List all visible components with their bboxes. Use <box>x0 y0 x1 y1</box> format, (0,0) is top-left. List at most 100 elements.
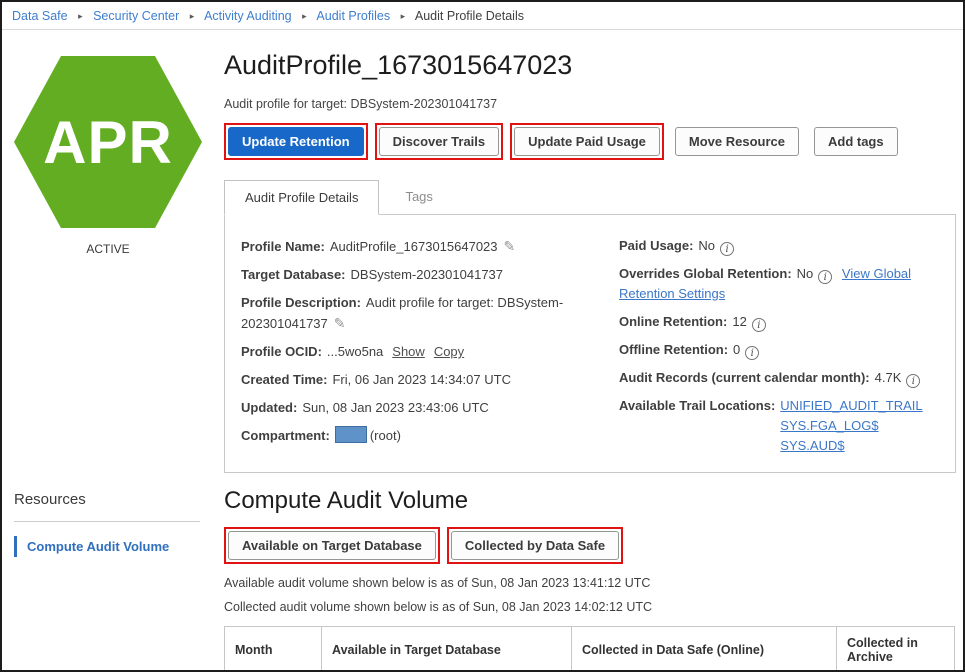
page-subtitle: Audit profile for target: DBSystem-20230… <box>224 97 498 111</box>
breadcrumb-separator-icon: ▸ <box>400 11 406 21</box>
resources-sidebar: Resources Compute Audit Volume <box>2 487 214 670</box>
compartment-row: Compartment: (root) <box>241 426 619 446</box>
sys-fga-log-link[interactable]: SYS.FGA_LOG$ <box>780 416 922 436</box>
sys-aud-link[interactable]: SYS.AUD$ <box>780 436 922 456</box>
compartment-redaction-box <box>334 426 367 443</box>
online-retention-value: 12 <box>732 314 747 329</box>
ocid-show-link[interactable]: Show <box>392 344 425 359</box>
collected-by-data-safe-button[interactable]: Collected by Data Safe <box>450 531 620 560</box>
profile-description-label: Profile Description: <box>241 295 361 310</box>
hexagon-initials: APR <box>43 108 173 176</box>
sidebar-item-compute-audit-volume[interactable]: Compute Audit Volume <box>14 536 214 557</box>
tab-audit-profile-details[interactable]: Audit Profile Details <box>224 180 380 215</box>
details-right-column: Paid Usage: No i Overrides Global Retentio… <box>619 236 939 464</box>
compartment-value: (root) <box>369 428 401 443</box>
highlight-box-discover-trails: Discover Trails <box>374 123 504 160</box>
breadcrumb-link-audit-profiles[interactable]: Audit Profiles <box>316 9 390 23</box>
resources-divider <box>14 521 200 522</box>
highlight-box-update-paid-usage: Update Paid Usage <box>510 123 664 160</box>
add-tags-button[interactable]: Add tags <box>813 127 898 156</box>
profile-description-row: Profile Description: Audit profile for ta… <box>241 293 619 334</box>
add-tags-wrapper: Add tags <box>810 123 902 160</box>
move-resource-button[interactable]: Move Resource <box>674 127 799 156</box>
breadcrumb-separator-icon: ▸ <box>78 11 83 21</box>
info-icon[interactable]: i <box>906 374 921 388</box>
compute-audit-volume-section: Compute Audit Volume Available on Target… <box>214 487 963 670</box>
profile-ocid-label: Profile OCID: <box>241 344 322 359</box>
resources-heading: Resources <box>14 491 86 508</box>
updated-label: Updated: <box>241 400 298 415</box>
available-trail-locations-row: Available Trail Locations: UNIFIED_AUDIT… <box>619 396 939 456</box>
upper-section: APR ACTIVE AuditProfile_1673015647023 Au… <box>2 30 963 473</box>
profile-name-label: Profile Name: <box>241 239 325 254</box>
update-retention-button[interactable]: Update Retention <box>228 127 364 156</box>
column-header-collected-archive: Collected in Archive <box>836 626 955 670</box>
collected-audit-volume-note: Collected audit volume shown below is as… <box>224 600 653 614</box>
highlight-box-collected-by-data-safe: Collected by Data Safe <box>446 527 624 564</box>
updated-row: Updated: Sun, 08 Jan 2023 23:43:06 UTC <box>241 398 619 418</box>
breadcrumb-link-activity-auditing[interactable]: Activity Auditing <box>204 9 292 23</box>
profile-name-row: Profile Name: AuditProfile_1673015647023 ✎ <box>241 236 619 257</box>
updated-value: Sun, 08 Jan 2023 23:43:06 UTC <box>302 400 489 415</box>
offline-retention-label: Offline Retention: <box>619 342 729 357</box>
target-database-value: DBSystem-202301041737 <box>350 267 504 282</box>
audit-records-value: 4.7K <box>874 370 902 385</box>
discover-trails-button[interactable]: Discover Trails <box>378 127 500 156</box>
details-left-column: Profile Name: AuditProfile_1673015647023 ✎… <box>241 236 619 464</box>
created-time-value: Fri, 06 Jan 2023 14:34:07 UTC <box>332 372 511 387</box>
audit-profile-details-page: Data Safe ▸ Security Center ▸ Activity A… <box>0 0 965 672</box>
available-audit-volume-note: Available audit volume shown below is as… <box>224 576 651 590</box>
created-time-label: Created Time: <box>241 372 328 387</box>
breadcrumb-link-data-safe[interactable]: Data Safe <box>12 9 68 23</box>
available-trail-locations-label: Available Trail Locations: <box>619 398 776 413</box>
paid-usage-row: Paid Usage: No i <box>619 236 939 256</box>
status-badge: ACTIVE <box>86 242 130 256</box>
column-header-month: Month <box>224 626 322 670</box>
breadcrumb-separator-icon: ▸ <box>302 11 307 21</box>
audit-profile-details-panel: Profile Name: AuditProfile_1673015647023 ✎… <box>224 214 956 473</box>
compartment-label: Compartment: <box>241 428 330 443</box>
overrides-global-retention-value: No <box>796 266 814 281</box>
breadcrumb-link-security-center[interactable]: Security Center <box>93 9 179 23</box>
tab-tags[interactable]: Tags <box>379 180 459 214</box>
audit-records-label: Audit Records (current calendar month): <box>619 370 870 385</box>
highlight-box-update-retention: Update Retention <box>224 123 368 160</box>
compute-audit-volume-heading: Compute Audit Volume <box>224 487 469 514</box>
profile-ocid-value: ...5wo5na <box>326 344 384 359</box>
created-time-row: Created Time: Fri, 06 Jan 2023 14:34:07 U… <box>241 370 619 390</box>
offline-retention-row: Offline Retention: 0 i <box>619 340 939 360</box>
ocid-copy-link[interactable]: Copy <box>434 344 464 359</box>
profile-name-value: AuditProfile_1673015647023 <box>329 239 498 254</box>
unified-audit-trail-link[interactable]: UNIFIED_AUDIT_TRAIL <box>780 396 922 416</box>
overrides-global-retention-row: Overrides Global Retention: No i View Glob… <box>619 264 939 304</box>
compute-buttons-row: Available on Target Database Collected b… <box>224 527 957 564</box>
offline-retention-value: 0 <box>733 342 741 357</box>
lower-section: Resources Compute Audit Volume Compute A… <box>2 487 963 670</box>
audit-records-row: Audit Records (current calendar month): 4… <box>619 368 939 388</box>
highlight-box-available-on-target: Available on Target Database <box>224 527 440 564</box>
info-icon[interactable]: i <box>745 346 760 360</box>
breadcrumb: Data Safe ▸ Security Center ▸ Activity A… <box>2 2 963 30</box>
info-icon[interactable]: i <box>720 242 735 256</box>
audit-profile-hexagon-icon: APR <box>14 56 202 228</box>
main-column: AuditProfile_1673015647023 Audit profile… <box>214 30 963 473</box>
target-database-label: Target Database: <box>241 267 346 282</box>
available-on-target-database-button[interactable]: Available on Target Database <box>228 531 436 560</box>
page-title: AuditProfile_1673015647023 <box>224 50 573 80</box>
tab-bar: Audit Profile Details Tags <box>224 180 957 215</box>
edit-pencil-icon[interactable]: ✎ <box>504 238 516 254</box>
column-header-available-target: Available in Target Database <box>321 626 572 670</box>
info-icon[interactable]: i <box>818 270 833 284</box>
trail-links-list: UNIFIED_AUDIT_TRAIL SYS.FGA_LOG$ SYS.AUD… <box>780 396 922 456</box>
info-icon[interactable]: i <box>751 318 766 332</box>
breadcrumb-separator-icon: ▸ <box>189 11 195 21</box>
resource-badge-column: APR ACTIVE <box>2 30 214 473</box>
update-paid-usage-button[interactable]: Update Paid Usage <box>514 127 660 156</box>
target-database-row: Target Database: DBSystem-202301041737 <box>241 265 619 285</box>
audit-volume-table: Month Available in Target Database Colle… <box>224 626 955 670</box>
paid-usage-value: No <box>698 238 716 253</box>
overrides-global-retention-label: Overrides Global Retention: <box>619 266 792 281</box>
edit-pencil-icon[interactable]: ✎ <box>334 315 346 331</box>
breadcrumb-current: Audit Profile Details <box>414 9 524 23</box>
table-header-row: Month Available in Target Database Colle… <box>224 626 955 670</box>
